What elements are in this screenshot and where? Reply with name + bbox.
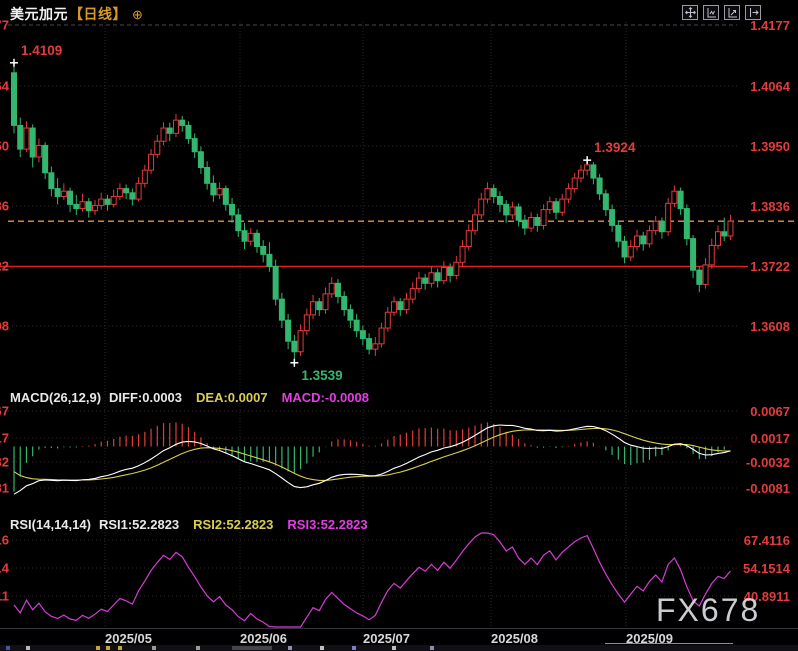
macd-axis-label: -0.0081 <box>720 481 790 496</box>
price-axis-label: 1.4177 <box>720 18 790 33</box>
axis-fit-icon <box>706 7 717 18</box>
axis-fit-button[interactable] <box>703 5 719 20</box>
clipped-axis-label: 1.4064 <box>0 79 10 94</box>
rsi2-value: RSI2:52.2823 <box>193 517 273 532</box>
taskbar-fragment <box>26 646 30 650</box>
pan-right-icon <box>748 7 759 18</box>
date-axis-label: 2025/06 <box>240 631 287 646</box>
taskbar-fragment <box>392 646 396 650</box>
candlestick-series <box>12 63 733 363</box>
macd-macd-value: MACD:-0.0008 <box>282 390 369 405</box>
macd-axis-label: -0.0032 <box>720 455 790 470</box>
taskbar-fragment <box>320 646 324 650</box>
dea-line <box>14 428 731 480</box>
rsi3-value: RSI3:52.2823 <box>287 517 367 532</box>
taskbar-fragment <box>6 646 10 650</box>
taskbar-fragment <box>288 646 292 650</box>
date-axis-label: 2025/07 <box>363 631 410 646</box>
taskbar-fragment <box>430 646 434 650</box>
axis-scale-icon <box>727 7 738 18</box>
clipped-axis-label: 0.0017 <box>0 431 9 446</box>
rsi-axis-label: 54.1514 <box>720 561 790 576</box>
macd-axis-label: 0.0017 <box>720 431 790 446</box>
price-axis-label: 1.3950 <box>720 139 790 154</box>
price-axis-label: 1.4064 <box>720 79 790 94</box>
rsi-axis-label: 67.4116 <box>720 533 790 548</box>
macd-dea-value: DEA:0.0007 <box>196 390 268 405</box>
clipped-axis-label: 1.3722 <box>0 259 9 274</box>
price-axis-label: 1.3608 <box>720 319 790 334</box>
taskbar-sliver <box>0 645 798 651</box>
taskbar-fragment <box>106 646 110 650</box>
taskbar-fragment <box>152 646 156 650</box>
clipped-axis-label: 54.1514 <box>0 561 10 576</box>
watermark: FX678 <box>656 592 760 629</box>
taskbar-fragment <box>118 646 122 650</box>
clipped-axis-label: -0.0081 <box>0 481 9 496</box>
chart-window: 1.4109 1.3539 1.3924 1.4177 1.4064 1.3950 1.38… <box>0 0 798 651</box>
date-axis-label: 2025/08 <box>491 631 538 646</box>
clipped-axis-label: 1.3836 <box>0 199 9 214</box>
rsi-line <box>14 533 731 627</box>
clipped-axis-label: 67.4116 <box>0 533 9 548</box>
timeframe-label: 【日线】 <box>69 6 127 22</box>
taskbar-fragment <box>196 646 200 650</box>
symbol-name: 美元加元 <box>10 6 68 22</box>
price-annotation: 1.3924 <box>583 140 636 164</box>
rsi-header: RSI(14,14,14) RSI1:52.2823 RSI2:52.2823 RSI… <box>10 517 368 532</box>
move-icon <box>685 7 696 18</box>
taskbar-fragment <box>352 646 356 650</box>
clipped-axis-label: 1.4177 <box>0 18 9 33</box>
date-axis-label: 2025/09 <box>626 631 673 646</box>
price-axis-label: 1.3722 <box>720 259 790 274</box>
price-annotation-label: 1.3924 <box>594 140 636 155</box>
price-annotation-label: 1.3539 <box>301 368 342 383</box>
diff-line <box>14 425 731 494</box>
macd-axis-label: 0.0067 <box>720 404 790 419</box>
chart-canvas[interactable]: 1.4109 1.3539 1.3924 1.4177 1.4064 1.3950 1.38… <box>0 0 798 651</box>
clipped-axis-label: -0.0032 <box>0 455 9 470</box>
clipped-axis-label: 1.3950 <box>0 139 9 154</box>
price-annotation: 1.4109 <box>10 43 62 67</box>
taskbar-fragment <box>232 646 272 650</box>
macd-header: MACD(26,12,9) DIFF:0.0003 DEA:0.0007 MACD:-… <box>10 390 369 405</box>
price-annotation-label: 1.4109 <box>21 43 62 58</box>
clipped-axis-label: 40.8911 <box>0 589 9 604</box>
clipped-axis-label: 0.0067 <box>0 404 9 419</box>
rsi1-value: RSI1:52.2823 <box>99 517 179 532</box>
rsi-title: RSI(14,14,14) <box>10 517 91 532</box>
macd-diff-value: DIFF:0.0003 <box>109 390 182 405</box>
macd-title: MACD(26,12,9) <box>10 390 101 405</box>
expand-icon[interactable]: ⊕ <box>132 7 143 22</box>
move-tool-button[interactable] <box>682 5 698 20</box>
clipped-axis-label: 1.3608 <box>0 319 9 334</box>
date-axis-label: 2025/05 <box>105 631 152 646</box>
price-axis-label: 1.3836 <box>720 199 790 214</box>
title-bar: 美元加元【日线】 ⊕ <box>10 4 143 24</box>
taskbar-fragment <box>96 646 100 650</box>
price-annotation: 1.3539 <box>290 359 342 383</box>
